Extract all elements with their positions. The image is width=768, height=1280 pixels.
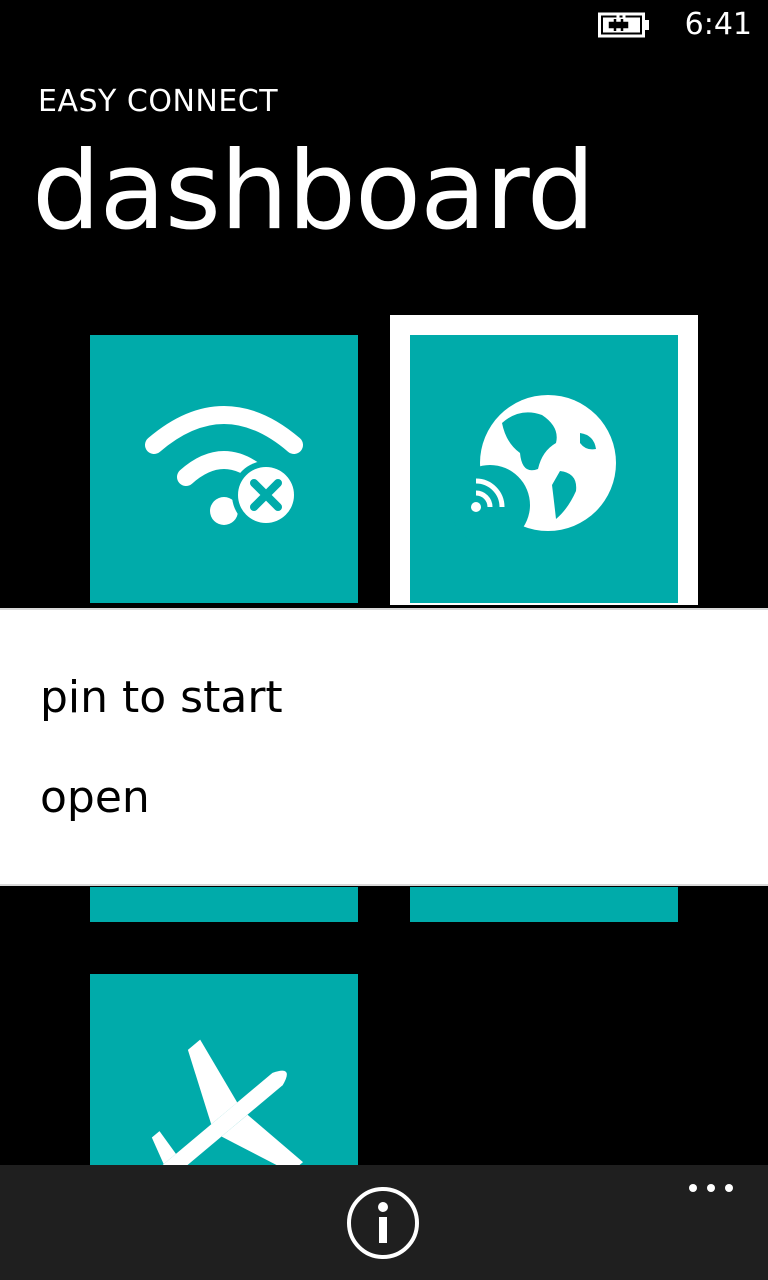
app-title: EASY CONNECT <box>38 84 279 119</box>
clock-time: 6:41 <box>684 7 752 42</box>
menu-item-open[interactable]: open <box>40 768 150 828</box>
menu-item-pin-to-start[interactable]: pin to start <box>40 668 283 728</box>
tile-wifi-disconnected-edge[interactable] <box>90 887 358 922</box>
globe-wireless-icon <box>450 395 616 545</box>
battery-charging-icon <box>598 12 649 38</box>
status-bar: 6:41 <box>0 0 768 52</box>
tile-global-connection[interactable] <box>410 335 678 603</box>
wifi-disconnected-icon <box>145 406 303 529</box>
context-menu: pin to start open <box>0 608 768 886</box>
more-ellipsis-icon[interactable] <box>686 1175 736 1201</box>
tile-wifi-disconnected[interactable] <box>90 335 358 603</box>
tile-global-connection-edge[interactable] <box>410 887 678 922</box>
info-icon[interactable] <box>345 1185 421 1261</box>
page-title: dashboard <box>32 129 595 254</box>
app-bar <box>0 1165 768 1280</box>
